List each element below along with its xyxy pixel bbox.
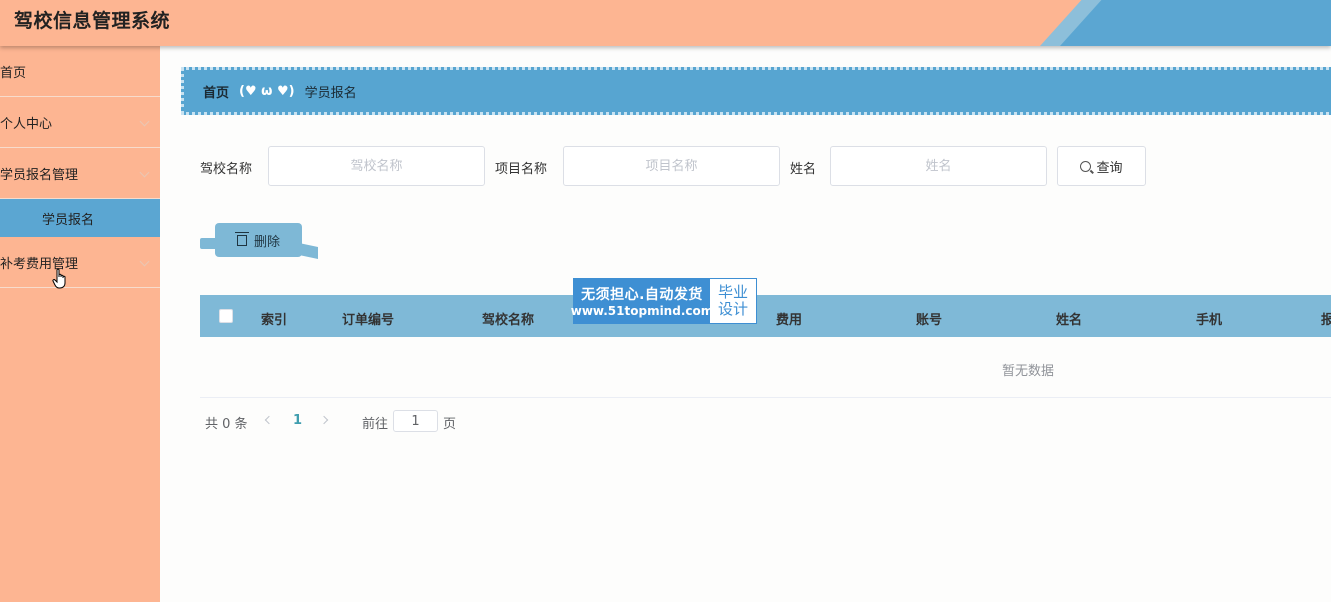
sidebar: 首页 个人中心 学员报名管理 学员报名 补考费用管理 xyxy=(0,46,160,602)
breadcrumb-separator: (♥ ω ♥) xyxy=(239,83,295,99)
breadcrumb: 首页 (♥ ω ♥) 学员报名 xyxy=(181,67,1331,115)
column-header-truncated: 报 xyxy=(1321,313,1331,328)
select-all-checkbox[interactable] xyxy=(219,309,233,323)
chevron-down-icon xyxy=(139,256,150,267)
app-header: 驾校信息管理系统 xyxy=(0,0,1331,46)
student-name-input[interactable] xyxy=(830,146,1047,186)
pagination-goto-input[interactable] xyxy=(393,410,438,432)
column-header-phone: 手机 xyxy=(1196,313,1223,328)
watermark-badge: 毕业 设计 xyxy=(710,279,756,323)
sidebar-item-home[interactable]: 首页 xyxy=(0,46,160,97)
app-title: 驾校信息管理系统 xyxy=(14,10,171,32)
chevron-down-icon xyxy=(139,116,150,127)
watermark-line2: www.51topmind.com xyxy=(570,304,714,318)
project-name-label: 项目名称 xyxy=(495,162,548,177)
student-name-label: 姓名 xyxy=(790,162,817,177)
school-name-input[interactable] xyxy=(268,146,485,186)
table-divider xyxy=(200,397,1331,398)
hand-cursor-icon xyxy=(52,268,66,289)
column-header-index: 索引 xyxy=(261,313,288,328)
column-header-name: 姓名 xyxy=(1056,313,1083,328)
breadcrumb-home[interactable]: 首页 xyxy=(203,82,229,101)
watermark-badge-line1: 毕业 xyxy=(717,283,748,301)
header-decoration-blue xyxy=(1060,0,1331,46)
watermark-badge-line2: 设计 xyxy=(717,300,748,318)
sidebar-item-registration-management[interactable]: 学员报名管理 xyxy=(0,148,160,199)
pagination-total: 共 0 条 xyxy=(205,417,248,432)
watermark-line1: 无须担心.自动发货 xyxy=(581,287,703,303)
column-header-account: 账号 xyxy=(916,313,943,328)
pagination-page-suffix: 页 xyxy=(443,417,457,432)
sidebar-subitem-registration[interactable]: 学员报名 xyxy=(0,199,160,237)
query-button[interactable]: 查询 xyxy=(1057,146,1146,186)
breadcrumb-current: 学员报名 xyxy=(304,85,357,101)
project-name-input[interactable] xyxy=(563,146,780,186)
watermark-banner: 无须担心.自动发货 www.51topmind.com 毕业 设计 xyxy=(571,278,757,324)
column-header-school-name: 驾校名称 xyxy=(482,313,535,328)
query-button-label: 查询 xyxy=(1096,160,1123,176)
delete-button-label: 删除 xyxy=(253,234,280,250)
chevron-down-icon xyxy=(139,167,150,178)
pagination-goto-label: 前往 xyxy=(362,417,389,432)
trash-icon xyxy=(234,231,249,246)
column-header-order-number: 订单编号 xyxy=(342,313,395,328)
chevron-right-icon[interactable] xyxy=(319,415,329,425)
table-empty-text: 暂无数据 xyxy=(1002,364,1055,379)
sidebar-item-label: 个人中心 xyxy=(0,116,53,132)
sidebar-subitem-label: 学员报名 xyxy=(42,212,95,228)
school-name-label: 驾校名称 xyxy=(200,162,253,177)
chevron-left-icon[interactable] xyxy=(264,415,274,425)
delete-button[interactable]: 删除 xyxy=(215,223,302,257)
sidebar-item-makeup-fee-management[interactable]: 补考费用管理 xyxy=(0,237,160,288)
table-header: 索引 订单编号 驾校名称 费用 账号 姓名 手机 报 xyxy=(200,295,1331,337)
sidebar-item-label: 首页 xyxy=(0,65,27,81)
pagination-page-1[interactable]: 1 xyxy=(293,413,302,428)
search-icon xyxy=(1080,160,1092,172)
sidebar-item-personal-center[interactable]: 个人中心 xyxy=(0,97,160,148)
column-header-fee: 费用 xyxy=(776,313,803,328)
sidebar-item-label: 学员报名管理 xyxy=(0,167,79,183)
watermark-text: 无须担心.自动发货 www.51topmind.com xyxy=(571,279,714,323)
